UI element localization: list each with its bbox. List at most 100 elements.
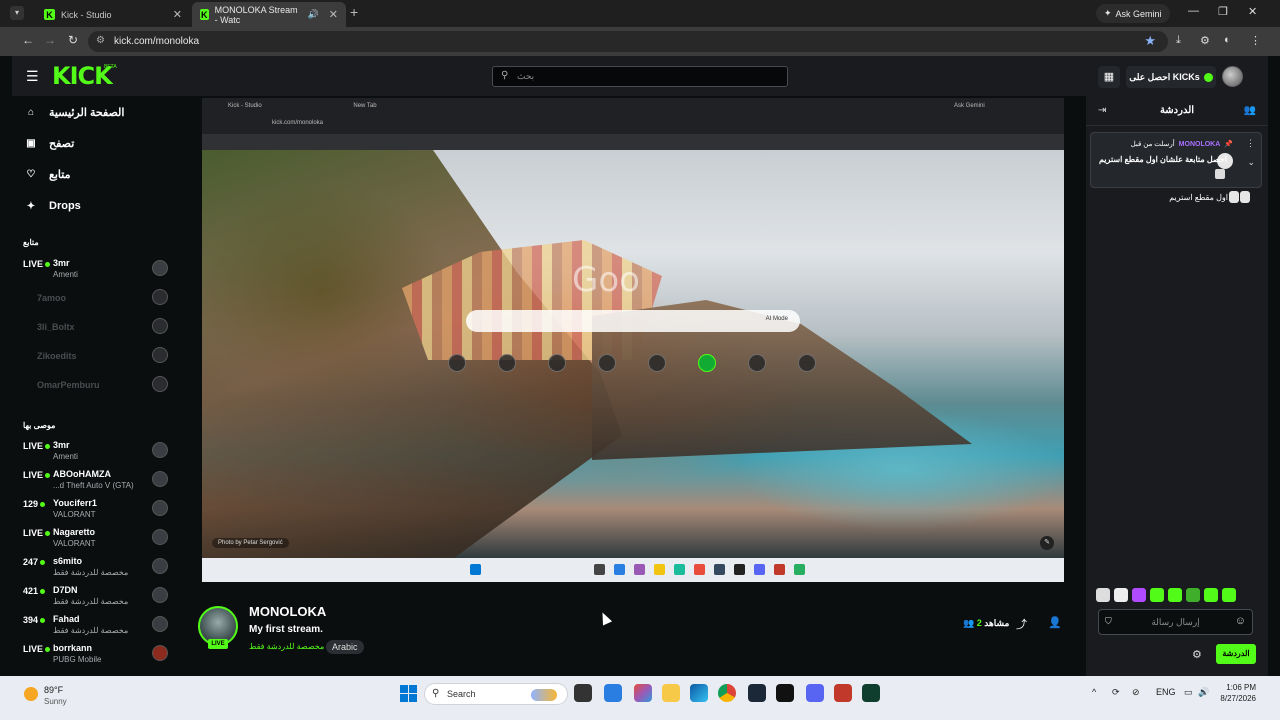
live-dot-icon [40, 589, 46, 595]
minimize-icon[interactable]: — [1188, 5, 1199, 17]
video-player[interactable]: Kick - Studio New Tab Ask Gemini kick.co… [202, 98, 1064, 582]
sidebar-item-following[interactable]: ♡ متابع [26, 164, 71, 184]
game-app-icon[interactable] [834, 684, 852, 702]
following-channel[interactable]: Zikoedits [23, 343, 168, 371]
pinned-user[interactable]: MONOLOKA [1179, 141, 1221, 148]
extensions-icon[interactable]: ⚙ [1200, 34, 1210, 47]
tab-monoloka-stream[interactable]: K MONOLOKA Stream - Watc 🔊 ✕ [192, 2, 346, 27]
sidebar-item-drops[interactable]: ✦ Drops [26, 196, 81, 216]
app-icon[interactable] [862, 684, 880, 702]
profile-icon[interactable]: ◐ [1224, 34, 1231, 46]
channel-name: borrkann [53, 643, 93, 653]
kicks-coin-icon [1203, 72, 1213, 82]
new-tab-button[interactable]: + [350, 4, 358, 20]
channel-category: مخصصة للدردشة فقط [53, 568, 129, 577]
url-field[interactable]: ⚙ kick.com/monoloka ★ [88, 31, 1168, 52]
tray-wifi-icon[interactable]: ▭ [1184, 687, 1193, 698]
following-channel[interactable]: LIVE 3mr Amenti [23, 256, 168, 284]
live-dot-icon [45, 531, 51, 537]
store-icon[interactable] [604, 684, 622, 702]
follow-icon[interactable]: 👤 [1048, 616, 1062, 629]
maximize-icon[interactable]: ❐ [1218, 5, 1228, 18]
emoji-icon[interactable]: ☺ [1235, 615, 1246, 627]
app-icon [714, 564, 725, 575]
chrome-icon[interactable] [718, 684, 736, 702]
language-indicator[interactable]: ENG [1156, 687, 1176, 697]
streamer-name[interactable]: MONOLOKA [249, 604, 326, 619]
emote-icon[interactable] [1222, 588, 1236, 602]
reload-icon[interactable]: ↻ [68, 33, 78, 47]
steam-icon[interactable] [748, 684, 766, 702]
recommended-channel[interactable]: 247 s6mito مخصصة للدردشة فقط [23, 554, 168, 582]
sidebar-item-home[interactable]: ⌂ الصفحة الرئيسية [26, 102, 124, 122]
sidebar-item-browse[interactable]: ▣ تصفح [26, 133, 74, 153]
recommended-channel[interactable]: 129 Youciferr1 VALORANT [23, 496, 168, 524]
chat-settings-gear-icon[interactable]: ⚙ [1192, 648, 1202, 661]
browser-menu-icon[interactable]: ⋮ [1250, 34, 1261, 47]
bookmark-star-icon[interactable]: ★ [1144, 33, 1156, 49]
app-icon [654, 564, 665, 575]
task-view-icon[interactable] [574, 684, 592, 702]
windows-start-icon[interactable] [400, 685, 417, 702]
taskbar-clock[interactable]: 1:06 PM 8/27/2026 [1214, 682, 1256, 704]
video-tab-label: Kick - Studio [228, 103, 262, 109]
following-channel[interactable]: 3li_Boltx [23, 314, 168, 342]
recommended-channel[interactable]: 421 D7DN مخصصة للدردشة فقط [23, 583, 168, 611]
hamburger-menu-icon[interactable]: ☰ [26, 68, 39, 85]
emote-icon[interactable] [1132, 588, 1146, 602]
discord-icon[interactable] [806, 684, 824, 702]
tab-search-icon[interactable]: ▾ [10, 6, 24, 20]
chat-title: الدردشة [1159, 105, 1195, 116]
chat-send-button[interactable]: الدردشة [1216, 644, 1256, 664]
kick-logo[interactable]: KICK [52, 62, 113, 90]
taskbar-search[interactable]: ⚲ Search [424, 683, 568, 705]
stream-category[interactable]: مخصصة للدردشة فقط [249, 642, 324, 651]
dashboard-icon[interactable]: ▦ [1098, 66, 1120, 88]
following-channel[interactable]: OmarPemburu [23, 372, 168, 400]
chat-users-icon[interactable]: 👥 [1244, 105, 1256, 116]
close-tab-icon[interactable]: ✕ [173, 8, 182, 21]
emote-icon[interactable] [1096, 588, 1110, 602]
tray-sync-icon[interactable]: ⟳ [1112, 687, 1120, 698]
back-icon[interactable]: ← [22, 33, 34, 47]
recommended-channel[interactable]: LIVE borrkann PUBG Mobile [23, 641, 168, 669]
speaker-icon[interactable]: 🔊 [308, 9, 319, 20]
tray-chevron-up-icon[interactable]: ^ [1092, 687, 1096, 697]
chat-header: ⇥ الدردشة 👥 [1086, 96, 1268, 126]
recommended-channel[interactable]: 394 Fahad مخصصة للدردشة فقط [23, 612, 168, 640]
channel-status: LIVE [23, 441, 51, 451]
emote-icon[interactable] [1186, 588, 1200, 602]
emote-icon[interactable] [1204, 588, 1218, 602]
tray-network-icon[interactable]: ⊘ [1132, 687, 1140, 698]
get-kicks-button[interactable]: احصل على KICKs [1126, 66, 1216, 88]
channel-name: Nagaretto [53, 527, 96, 537]
share-icon[interactable]: ⤴ [1016, 616, 1027, 632]
forward-icon[interactable]: → [44, 33, 56, 47]
following-channel[interactable]: 7amoo [23, 285, 168, 313]
ask-gemini-button[interactable]: ✦ Ask Gemini [1096, 4, 1170, 23]
close-tab-icon[interactable]: ✕ [329, 8, 338, 21]
download-icon[interactable]: ⤓ [1176, 34, 1181, 47]
search-input[interactable]: ⚲ بحث [492, 66, 788, 87]
site-info-icon[interactable]: ⚙ [96, 35, 105, 46]
chevron-down-icon[interactable]: ⌄ [1247, 157, 1255, 168]
emote-icon[interactable] [1114, 588, 1128, 602]
widgets-icon[interactable] [634, 684, 652, 702]
pinned-message[interactable]: أرسلت من قبل MONOLOKA 📌 احصل متابعة علشا… [1090, 132, 1262, 188]
close-window-icon[interactable]: ✕ [1248, 5, 1257, 18]
live-dot-icon [45, 444, 51, 450]
chat-input[interactable]: ⛉ إرسال رسالة ☺ [1098, 609, 1253, 635]
recommended-channel[interactable]: LIVE Nagaretto VALORANT [23, 525, 168, 553]
edge-icon[interactable] [690, 684, 708, 702]
tray-volume-icon[interactable]: 🔊 [1198, 687, 1209, 698]
emote-icon[interactable] [1150, 588, 1164, 602]
tab-kick-studio[interactable]: K Kick - Studio ✕ [36, 2, 190, 27]
stream-language-tag[interactable]: Arabic [326, 640, 364, 654]
emote-icon[interactable] [1168, 588, 1182, 602]
file-explorer-icon[interactable] [662, 684, 680, 702]
recommended-channel[interactable]: LIVE 3mr Amenti [23, 438, 168, 466]
recommended-channel[interactable]: LIVE ABOoHAMZA ...d Theft Auto V (GTA) [23, 467, 168, 495]
capcut-icon[interactable] [776, 684, 794, 702]
user-avatar[interactable] [1222, 66, 1243, 87]
pinned-menu-icon[interactable]: ⋮ [1246, 138, 1255, 149]
